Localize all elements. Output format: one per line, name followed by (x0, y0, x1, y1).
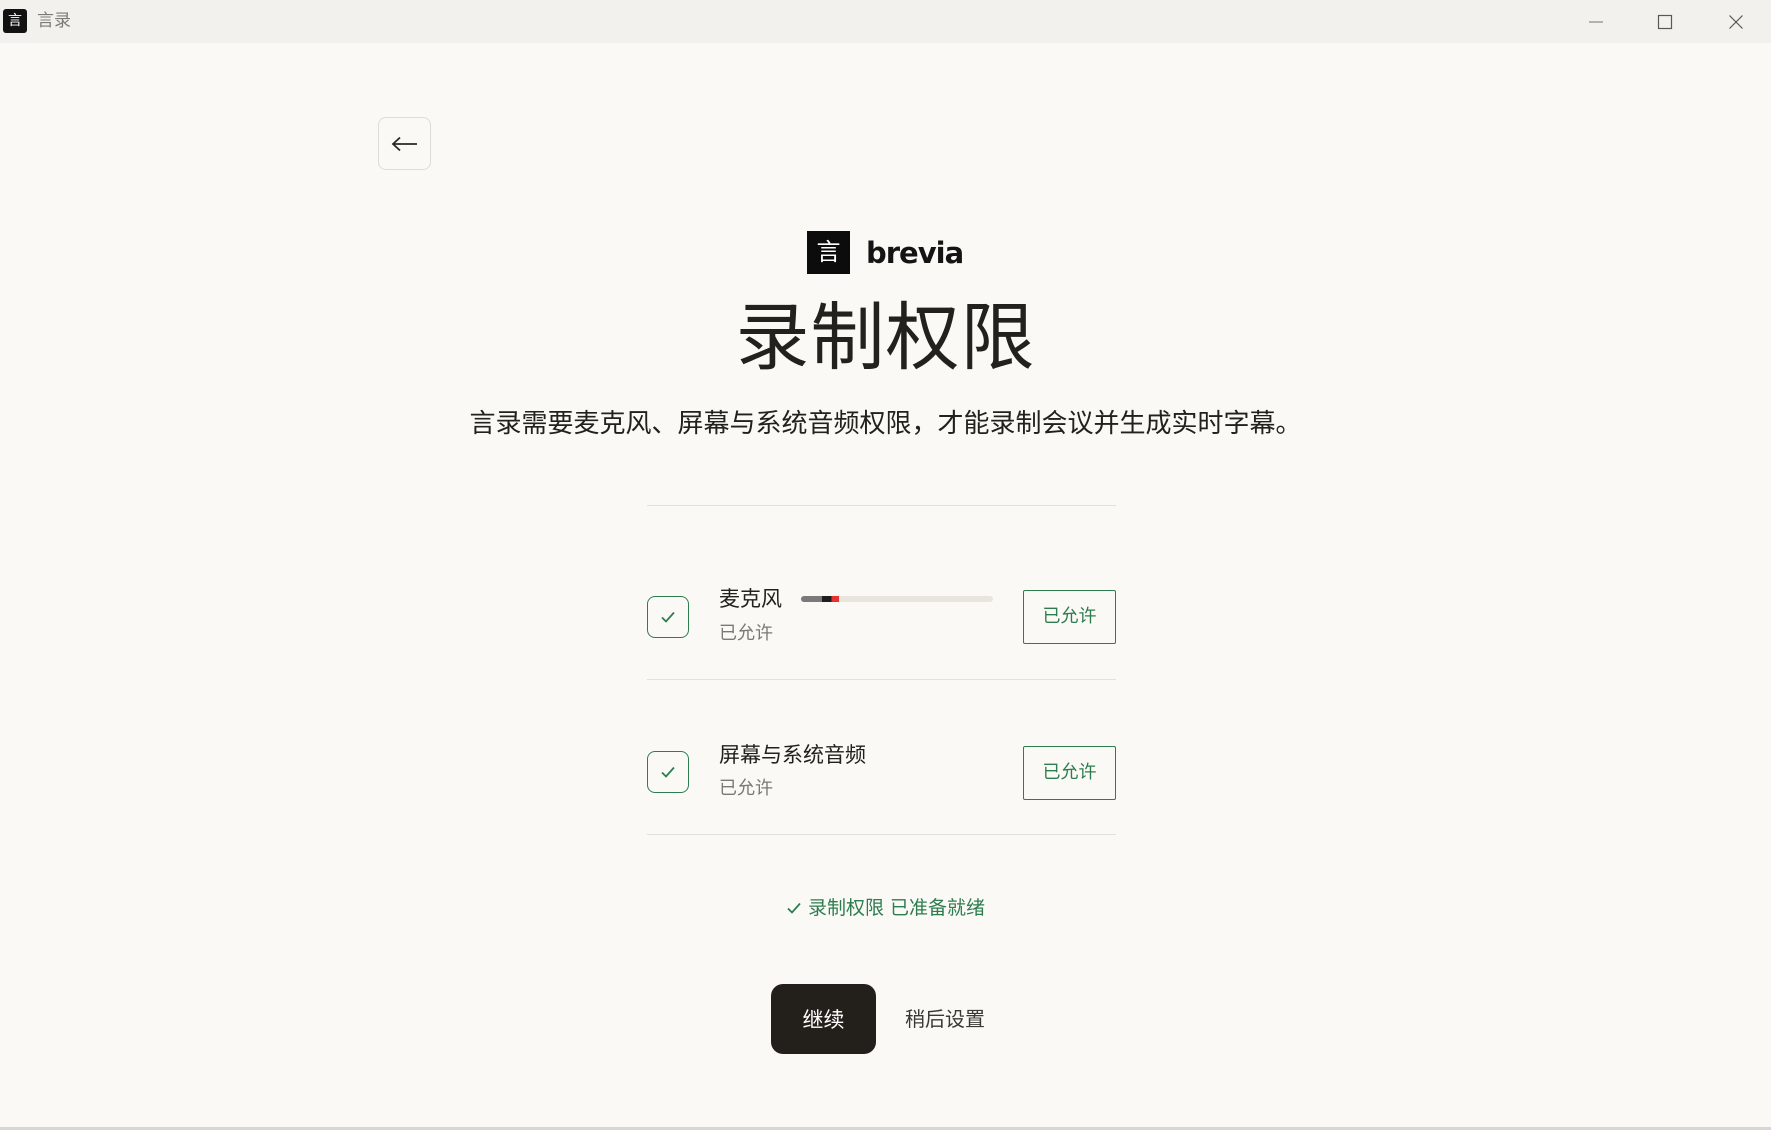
screen-audio-checkbox[interactable] (647, 751, 689, 793)
microphone-checkbox[interactable] (647, 596, 689, 638)
maximize-icon (1657, 14, 1673, 29)
maximize-button[interactable] (1631, 0, 1699, 43)
arrow-left-icon (391, 136, 417, 151)
app-icon: 言 (3, 9, 27, 33)
microphone-label: 麦克风 (719, 587, 782, 611)
page-title: 录制权限 (735, 295, 1036, 381)
screen-audio-label: 屏幕与系统音频 (719, 743, 866, 767)
brand-logo: 言 (807, 231, 850, 274)
microphone-level-meter (801, 596, 993, 602)
minimize-button[interactable] (1562, 0, 1630, 43)
screen-audio-allowed-button[interactable]: 已允许 (1023, 746, 1116, 800)
check-icon (661, 611, 675, 623)
ready-text: 录制权限 已准备就绪 (807, 897, 986, 919)
microphone-allowed-button[interactable]: 已允许 (1023, 590, 1116, 644)
window-title: 言录 (37, 11, 71, 31)
minimize-icon (1589, 20, 1603, 23)
divider (647, 679, 1116, 680)
check-icon (786, 901, 802, 915)
title-bar: 言 言录 (0, 0, 1771, 43)
back-button[interactable] (378, 117, 431, 170)
microphone-level-fill (801, 596, 840, 602)
brand: 言 brevia (807, 231, 964, 274)
app-window: 言 言录 言 brevia 录制权限 言录需要麦克风、屏幕与系统音频权限，才能录… (0, 0, 1771, 1130)
ready-message: 录制权限 已准备就绪 (0, 894, 1771, 922)
continue-button[interactable]: 继续 (771, 984, 876, 1054)
divider (647, 834, 1116, 835)
screen-audio-status: 已允许 (719, 778, 773, 799)
divider (647, 505, 1116, 506)
microphone-status: 已允许 (719, 623, 773, 644)
brand-name: brevia (866, 235, 964, 270)
close-icon (1729, 14, 1743, 29)
close-button[interactable] (1702, 0, 1770, 43)
page-description: 言录需要麦克风、屏幕与系统音频权限，才能录制会议并生成实时字幕。 (469, 409, 1302, 439)
set-later-link[interactable]: 稍后设置 (905, 1003, 985, 1035)
check-icon (661, 766, 675, 778)
